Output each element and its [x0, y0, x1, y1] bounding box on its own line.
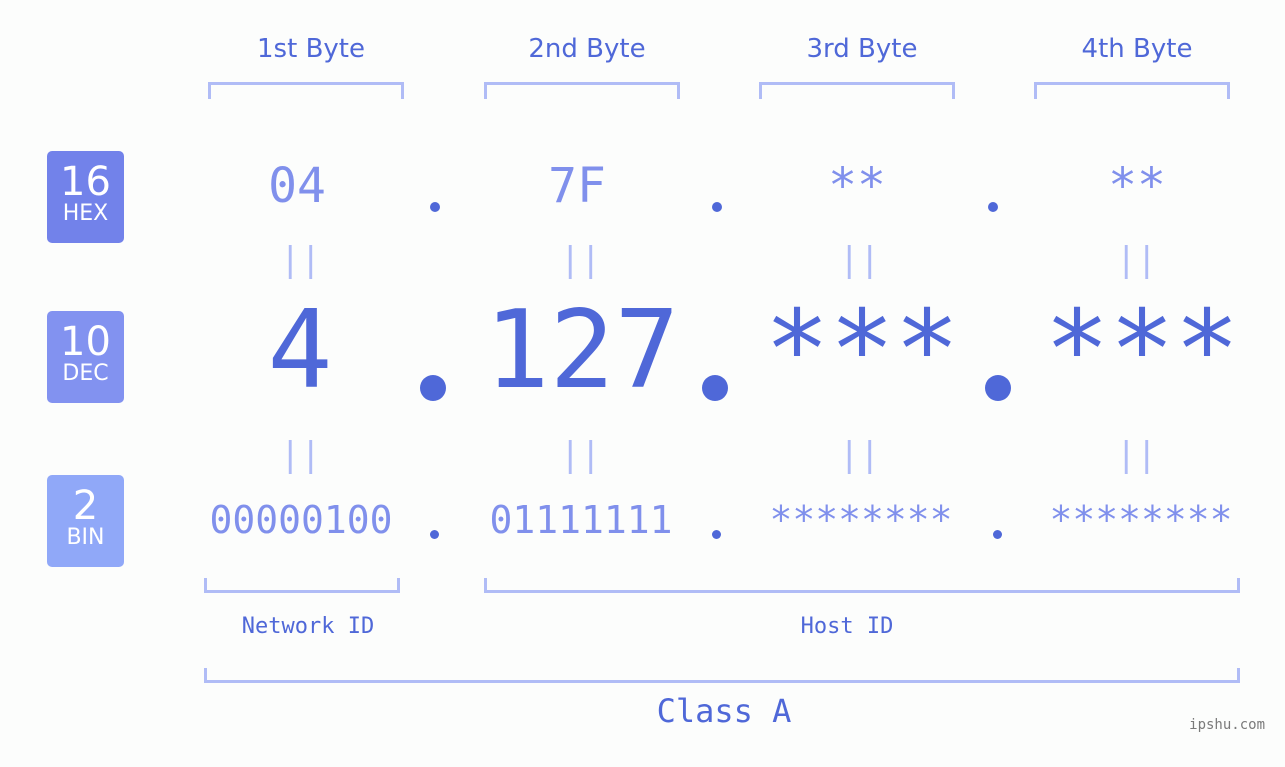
watermark: ipshu.com: [1189, 717, 1265, 733]
dec-dot-2: [702, 375, 728, 401]
network-id-bracket: [204, 578, 400, 593]
equals-hex-dec-4: ||: [1116, 240, 1157, 280]
hex-byte-4: **: [1108, 158, 1166, 214]
hex-badge-number: 16: [60, 159, 111, 205]
hex-byte-3: **: [828, 158, 886, 214]
equals-hex-dec-3: ||: [839, 240, 880, 280]
host-id-bracket: [484, 578, 1240, 593]
hex-dot-1: [430, 202, 440, 212]
byte-bracket-3: [759, 82, 955, 99]
byte-bracket-4: [1034, 82, 1230, 99]
bin-byte-3: ********: [769, 498, 953, 542]
network-id-label: Network ID: [241, 614, 375, 639]
equals-dec-bin-3: ||: [839, 435, 880, 475]
dec-byte-2: 127: [484, 288, 680, 413]
hex-dot-3: [988, 202, 998, 212]
bin-dot-1: [430, 530, 439, 539]
hex-byte-1: 04: [268, 158, 326, 214]
class-label: Class A: [656, 692, 792, 730]
bin-dot-2: [712, 530, 721, 539]
dec-dot-1: [420, 375, 446, 401]
equals-dec-bin-2: ||: [560, 435, 601, 475]
byte-label-2: 2nd Byte: [528, 34, 646, 64]
dec-badge-number: 10: [60, 319, 111, 365]
hex-byte-2: 7F: [548, 158, 606, 214]
hex-badge: 16 HEX: [47, 151, 124, 243]
bin-badge-label: BIN: [66, 525, 105, 550]
byte-label-1: 1st Byte: [257, 34, 365, 64]
byte-label-4: 4th Byte: [1081, 34, 1193, 64]
dec-byte-1: 4: [267, 288, 333, 413]
dec-byte-3: ***: [764, 288, 960, 413]
dec-byte-4: ***: [1044, 288, 1240, 413]
bin-byte-4: ********: [1049, 498, 1233, 542]
byte-bracket-2: [484, 82, 680, 99]
equals-hex-dec-2: ||: [560, 240, 601, 280]
dec-dot-3: [985, 375, 1011, 401]
equals-dec-bin-1: ||: [280, 435, 321, 475]
hex-badge-label: HEX: [62, 201, 109, 226]
bin-badge: 2 BIN: [47, 475, 124, 567]
equals-hex-dec-1: ||: [280, 240, 321, 280]
equals-dec-bin-4: ||: [1116, 435, 1157, 475]
class-bracket: [204, 668, 1240, 683]
byte-label-3: 3rd Byte: [806, 34, 918, 64]
bin-byte-1: 00000100: [209, 498, 393, 542]
host-id-label: Host ID: [800, 614, 894, 639]
dec-badge-label: DEC: [62, 361, 109, 386]
bin-byte-2: 01111111: [489, 498, 673, 542]
dec-badge: 10 DEC: [47, 311, 124, 403]
bin-badge-number: 2: [72, 483, 99, 529]
bin-dot-3: [993, 530, 1002, 539]
hex-dot-2: [712, 202, 722, 212]
byte-bracket-1: [208, 82, 404, 99]
